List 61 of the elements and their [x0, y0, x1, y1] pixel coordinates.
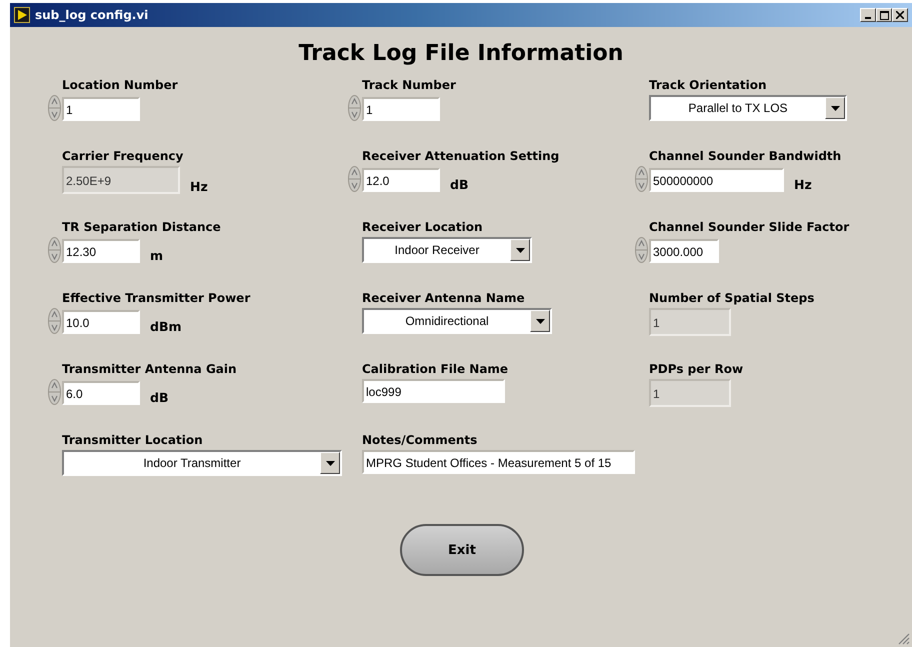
- spinner-arrows-icon[interactable]: [48, 379, 61, 405]
- text-field[interactable]: MPRG Student Offices - Measurement 5 of 15: [362, 450, 635, 474]
- spinner-arrows-icon[interactable]: [348, 166, 361, 192]
- numeric-field[interactable]: 12.0: [362, 168, 440, 192]
- field-label: Number of Spatial Steps: [648, 291, 816, 305]
- spinner-arrows-icon[interactable]: [48, 308, 61, 334]
- maximize-button[interactable]: [876, 8, 892, 22]
- unit-label: dB: [150, 390, 168, 405]
- indicator-field: 1: [649, 379, 731, 407]
- indicator-field: 2.50E+9: [62, 166, 180, 194]
- resize-grip-icon[interactable]: [896, 631, 910, 645]
- numeric-field[interactable]: 3000.000: [649, 239, 719, 263]
- numeric-field[interactable]: 12.30: [62, 239, 140, 263]
- field-label: PDPs per Row: [648, 362, 744, 376]
- numeric-field[interactable]: 10.0: [62, 310, 140, 334]
- dropdown-arrow-icon: [516, 248, 524, 252]
- indicator-field: 1: [649, 308, 731, 336]
- dropdown-arrow-icon: [326, 460, 334, 466]
- field-label: Transmitter Location: [61, 433, 204, 447]
- field-label: Calibration File Name: [361, 362, 510, 376]
- numeric-field[interactable]: 6.0: [62, 381, 140, 405]
- dropdown[interactable]: Indoor Receiver: [362, 237, 532, 263]
- field-label: Location Number: [61, 78, 179, 92]
- window-title: sub_log config.vi: [35, 8, 150, 22]
- panel-heading: Track Log File Information: [298, 41, 624, 66]
- unit-label: dB: [450, 177, 468, 192]
- minimize-button[interactable]: [860, 8, 876, 22]
- unit-label: m: [150, 248, 164, 263]
- field-label: Receiver Attenuation Setting: [361, 149, 560, 163]
- dropdown-arrow-icon: [536, 318, 544, 324]
- spinner-arrows-icon[interactable]: [635, 237, 648, 263]
- spinner-arrows-icon[interactable]: [48, 95, 61, 121]
- field-label: Channel Sounder Slide Factor: [648, 220, 850, 234]
- unit-label: Hz: [794, 177, 812, 192]
- dropdown[interactable]: Parallel to TX LOS: [649, 95, 847, 121]
- numeric-field[interactable]: 1: [62, 97, 140, 121]
- field-label: TR Separation Distance: [61, 220, 222, 234]
- spinner-arrows-icon[interactable]: [635, 166, 648, 192]
- spinner-arrows-icon[interactable]: [348, 95, 361, 121]
- field-label: Receiver Antenna Name: [361, 291, 526, 305]
- text-field[interactable]: loc999: [362, 379, 505, 403]
- numeric-field[interactable]: 500000000: [649, 168, 784, 192]
- unit-label: dBm: [150, 319, 182, 334]
- numeric-field[interactable]: 1: [362, 97, 440, 121]
- exit-button[interactable]: Exit: [400, 524, 524, 576]
- field-label: Effective Transmitter Power: [61, 291, 252, 305]
- field-label: Receiver Location: [361, 220, 484, 234]
- maximize-icon: [880, 10, 888, 20]
- field-label: Channel Sounder Bandwidth: [648, 149, 842, 163]
- unit-label: Hz: [190, 179, 208, 194]
- field-label: Track Orientation: [648, 78, 768, 92]
- dropdown[interactable]: Omnidirectional: [362, 308, 552, 334]
- spinner-arrows-icon[interactable]: [48, 237, 61, 263]
- field-label: Carrier Frequency: [61, 149, 184, 163]
- field-label: Transmitter Antenna Gain: [61, 362, 238, 376]
- dropdown-arrow-icon: [830, 106, 840, 110]
- close-icon: [896, 11, 904, 19]
- field-label: Track Number: [361, 78, 457, 92]
- field-label: Notes/Comments: [361, 433, 478, 447]
- dropdown[interactable]: Indoor Transmitter: [62, 450, 342, 476]
- close-button[interactable]: [892, 8, 908, 22]
